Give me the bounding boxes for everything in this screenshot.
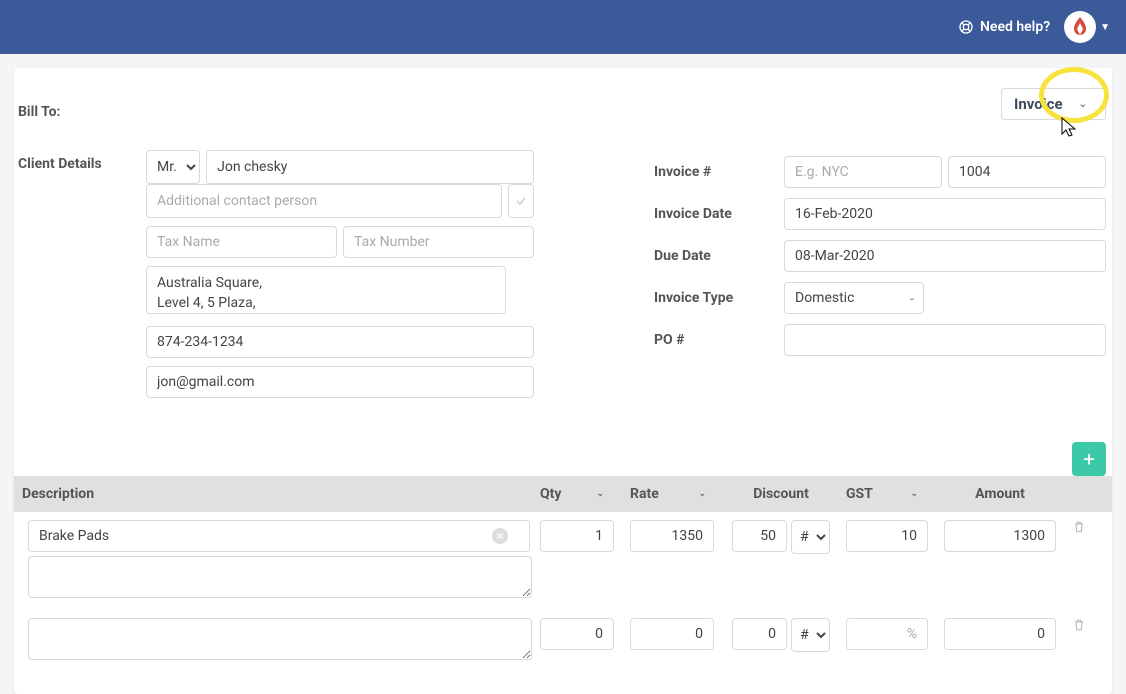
item-gst-input[interactable] bbox=[846, 618, 928, 650]
chevron-down-icon: ⌄ bbox=[596, 489, 604, 499]
need-help-label: Need help? bbox=[980, 19, 1050, 35]
tax-name-input[interactable] bbox=[146, 226, 337, 258]
table-row: # bbox=[14, 610, 1112, 672]
item-gst-input[interactable] bbox=[846, 520, 928, 552]
address-textarea[interactable] bbox=[146, 266, 506, 314]
trash-icon bbox=[1072, 520, 1086, 534]
avatar bbox=[1064, 11, 1096, 43]
lifebuoy-icon bbox=[958, 19, 974, 35]
clear-description-button[interactable]: ✕ bbox=[492, 528, 508, 544]
top-bar: Need help? ▼ bbox=[0, 0, 1126, 54]
item-discount-input[interactable] bbox=[732, 618, 787, 650]
delete-row-button[interactable] bbox=[1064, 618, 1090, 636]
item-discount-unit-select[interactable]: # bbox=[791, 520, 830, 554]
item-qty-input[interactable] bbox=[540, 520, 614, 552]
item-discount-input[interactable] bbox=[732, 520, 787, 552]
invoice-number-label: Invoice # bbox=[654, 164, 784, 180]
chevron-down-icon: ⌄ bbox=[698, 489, 706, 499]
col-discount: Discount bbox=[724, 486, 838, 502]
chevron-down-icon: ⌄ bbox=[910, 489, 918, 499]
po-number-input[interactable] bbox=[784, 324, 1106, 356]
document-type-dropdown[interactable]: Invoice ⌄ bbox=[1001, 88, 1106, 120]
due-date-label: Due Date bbox=[654, 248, 784, 264]
item-notes-textarea[interactable] bbox=[28, 556, 532, 598]
invoice-number-input[interactable] bbox=[948, 156, 1106, 188]
item-discount-unit-select[interactable]: # bbox=[791, 618, 830, 652]
need-help-link[interactable]: Need help? bbox=[958, 19, 1050, 35]
item-amount-output bbox=[944, 520, 1056, 552]
col-gst[interactable]: GST ⌄ bbox=[838, 486, 936, 502]
check-icon bbox=[515, 195, 527, 207]
table-header: Description Qty ⌄ Rate ⌄ Discount GST ⌄ … bbox=[14, 476, 1112, 512]
document-type-label: Invoice bbox=[1014, 95, 1063, 113]
client-details-label: Client Details bbox=[18, 150, 146, 398]
chevron-down-icon: ⌄ bbox=[1079, 99, 1087, 110]
confirm-contact-button[interactable] bbox=[508, 184, 534, 218]
user-menu[interactable]: ▼ bbox=[1064, 11, 1110, 43]
due-date-input[interactable] bbox=[784, 240, 1106, 272]
additional-contact-input[interactable] bbox=[146, 184, 502, 218]
email-input[interactable] bbox=[146, 366, 534, 398]
item-rate-input[interactable] bbox=[630, 520, 714, 552]
invoice-type-select[interactable] bbox=[784, 282, 924, 314]
x-icon: ✕ bbox=[495, 530, 504, 543]
col-amount: Amount bbox=[936, 486, 1064, 502]
flame-icon bbox=[1068, 15, 1092, 39]
invoice-type-label: Invoice Type bbox=[654, 290, 784, 306]
delete-row-button[interactable] bbox=[1064, 520, 1090, 538]
item-amount-output bbox=[944, 618, 1056, 650]
invoice-date-label: Invoice Date bbox=[654, 206, 784, 222]
tax-number-input[interactable] bbox=[343, 226, 534, 258]
po-number-label: PO # bbox=[654, 332, 784, 348]
salutation-select[interactable]: Mr. bbox=[146, 150, 200, 184]
invoice-form-panel: Invoice ⌄ Bill To: Client Details Mr. bbox=[14, 68, 1112, 694]
bill-to-label: Bill To: bbox=[18, 98, 146, 120]
client-name-input[interactable] bbox=[206, 150, 534, 184]
line-items-table: Description Qty ⌄ Rate ⌄ Discount GST ⌄ … bbox=[14, 476, 1112, 672]
col-description: Description bbox=[14, 486, 532, 502]
invoice-date-input[interactable] bbox=[784, 198, 1106, 230]
trash-icon bbox=[1072, 618, 1086, 632]
table-row: ✕ # bbox=[14, 512, 1112, 610]
invoice-prefix-input[interactable] bbox=[784, 156, 942, 188]
phone-input[interactable] bbox=[146, 326, 534, 358]
item-description-input[interactable] bbox=[28, 520, 530, 552]
item-rate-input[interactable] bbox=[630, 618, 714, 650]
col-rate[interactable]: Rate ⌄ bbox=[622, 486, 724, 502]
caret-down-icon: ▼ bbox=[1100, 22, 1110, 33]
item-description-input[interactable] bbox=[28, 618, 532, 660]
col-qty[interactable]: Qty ⌄ bbox=[532, 486, 622, 502]
item-qty-input[interactable] bbox=[540, 618, 614, 650]
add-line-item-button[interactable]: + bbox=[1072, 442, 1106, 476]
plus-icon: + bbox=[1083, 447, 1094, 471]
